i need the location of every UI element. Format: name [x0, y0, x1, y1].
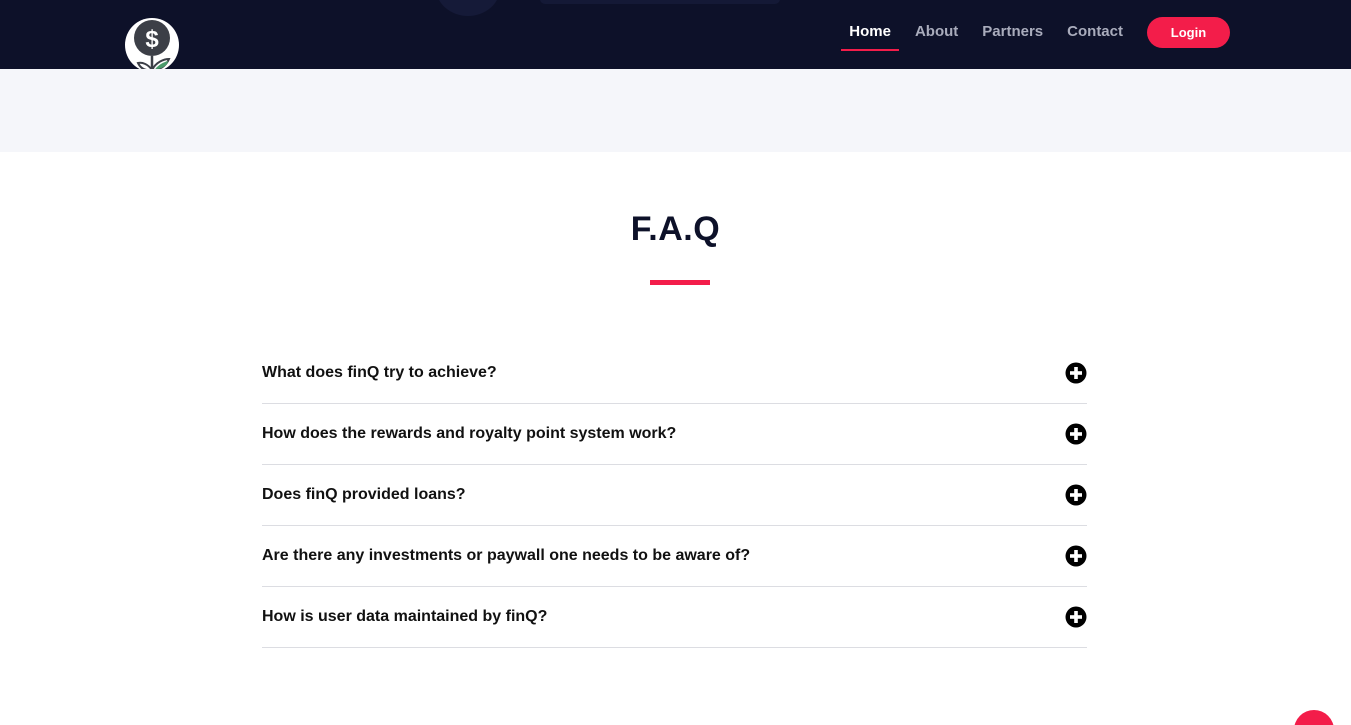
plus-circle-icon[interactable]	[1065, 606, 1087, 628]
faq-title-underline	[650, 280, 710, 285]
faq-list: What does finQ try to achieve? How does …	[262, 343, 1087, 648]
plus-circle-icon[interactable]	[1065, 545, 1087, 567]
faq-question: Does finQ provided loans?	[262, 486, 466, 503]
faq-item[interactable]: Does finQ provided loans?	[262, 465, 1087, 526]
hero-band	[0, 69, 1351, 152]
faq-item[interactable]: How does the rewards and royalty point s…	[262, 404, 1087, 465]
faq-question: How is user data maintained by finQ?	[262, 608, 548, 625]
faq-question: What does finQ try to achieve?	[262, 364, 497, 381]
page: $ Home About Partners Contact Login F.A.…	[0, 0, 1351, 725]
svg-text:$: $	[145, 26, 159, 53]
plus-circle-icon[interactable]	[1065, 423, 1087, 445]
navbar: $ Home About Partners Contact Login	[0, 0, 1351, 76]
plus-circle-icon[interactable]	[1065, 484, 1087, 506]
faq-item[interactable]: Are there any investments or paywall one…	[262, 526, 1087, 587]
faq-item[interactable]: How is user data maintained by finQ?	[262, 587, 1087, 648]
login-button[interactable]: Login	[1147, 16, 1230, 48]
faq-question: Are there any investments or paywall one…	[262, 547, 751, 564]
main-nav: Home About Partners Contact Login	[833, 16, 1230, 51]
nav-link-partners[interactable]: Partners	[974, 16, 1051, 48]
hero-ghost-bar	[540, 0, 780, 4]
hero-ghost-shape	[436, 0, 500, 16]
plus-circle-icon[interactable]	[1065, 362, 1087, 384]
faq-title: F.A.Q	[630, 210, 721, 248]
nav-link-home[interactable]: Home	[841, 16, 899, 51]
faq-item[interactable]: What does finQ try to achieve?	[262, 343, 1087, 404]
faq-question: How does the rewards and royalty point s…	[262, 425, 677, 442]
nav-link-contact[interactable]: Contact	[1059, 16, 1131, 48]
scroll-to-top-button[interactable]	[1294, 710, 1334, 725]
nav-link-about[interactable]: About	[907, 16, 966, 48]
